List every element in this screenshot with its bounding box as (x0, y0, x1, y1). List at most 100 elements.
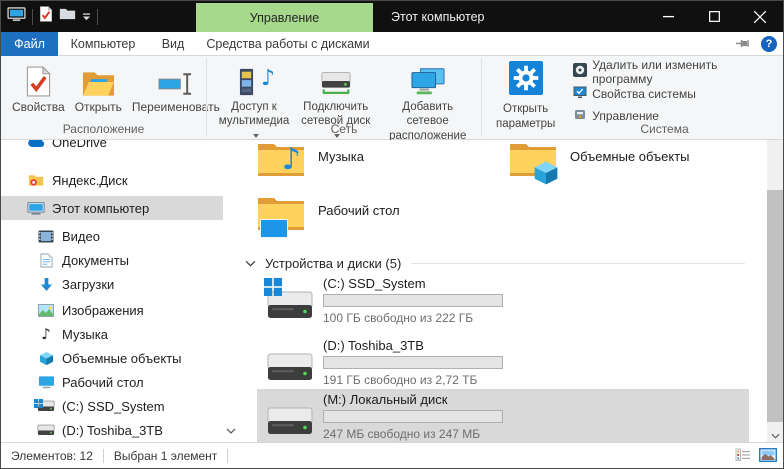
sidebar-item-drive-d[interactable]: (D:) Toshiba_3TB (1, 418, 223, 442)
tab-computer[interactable]: Компьютер (58, 32, 148, 56)
folder-tile-3d-objects[interactable]: Объемные объекты (509, 140, 745, 190)
folder-tile-desktop[interactable]: Рабочий стол (257, 194, 493, 244)
sidebar-item-onedrive[interactable]: OneDrive (1, 140, 223, 154)
sidebar-item-3d-objects[interactable]: Объемные объекты (1, 346, 223, 370)
sidebar-item-drive-c[interactable]: (C:) SSD_System (1, 394, 223, 418)
pin-ribbon-icon[interactable] (736, 35, 751, 53)
sidebar-item-yandex-disk[interactable]: Яндекс.Диск (1, 168, 223, 192)
sidebar-item-pictures[interactable]: Изображения (1, 298, 223, 322)
drive-tile-m[interactable]: (M:) Локальный диск 247 МБ свободно из 2… (257, 389, 749, 443)
navigation-pane: OneDrive Яндекс.Диск Этот компьютер Виде… (1, 140, 223, 444)
items-count: Элементов: 12 (11, 449, 93, 463)
properties-icon (25, 63, 52, 97)
3d-cube-icon (533, 160, 559, 191)
properties-quick-icon[interactable] (39, 6, 53, 27)
music-note-icon: ♪ (261, 65, 275, 93)
desktop-folder-icon (257, 194, 305, 242)
ribbon-group-network: ♪ Доступ кмультимедиа Подключитьсетевой … (207, 56, 481, 139)
system-properties-button[interactable]: Свойства системы (573, 86, 777, 101)
sidebar-item-documents[interactable]: Документы (1, 248, 223, 272)
group-label-network: Сеть (207, 122, 481, 136)
file-list: ♪ Музыка Объемные объекты Рабочий стол (239, 140, 767, 444)
drive-name: (C:) SSD_System (323, 276, 503, 291)
sidebar-item-downloads[interactable]: Загрузки (1, 272, 223, 296)
music-note-icon: ♪ (282, 142, 301, 177)
desktop-monitor-icon (37, 375, 55, 389)
close-button[interactable] (737, 1, 783, 32)
new-folder-icon[interactable] (59, 7, 76, 26)
ribbon-group-system: Открытьпараметры Удалить или изменить пр… (482, 56, 777, 139)
windows-logo-icon (34, 396, 43, 411)
drive-capacity: 247 МБ свободно из 247 МБ (323, 427, 503, 441)
sidebar-scroll-down-icon[interactable] (224, 423, 238, 439)
drive-d-icon (265, 340, 315, 384)
capacity-bar (323, 410, 503, 423)
open-settings-button[interactable]: Открытьпараметры (482, 56, 563, 131)
system-drive-icon (37, 400, 55, 412)
tab-view[interactable]: Вид (148, 32, 198, 56)
drive-tile-c[interactable]: (C:) SSD_System 100 ГБ свободно из 222 Г… (257, 273, 749, 327)
view-toggle-buttons (735, 443, 777, 469)
maximize-button[interactable] (691, 1, 737, 32)
system-properties-icon (573, 85, 587, 102)
section-title: Устройства и диски (5) (265, 256, 401, 271)
ribbon-group-location: Свойства Открыть Переименовать Расположе… (1, 56, 206, 139)
scrollbar-thumb[interactable] (767, 190, 783, 422)
properties-button[interactable]: Свойства (7, 61, 70, 116)
open-folder-icon (82, 63, 115, 97)
drive-c-icon (265, 278, 315, 322)
tab-file[interactable]: Файл (1, 32, 58, 56)
videos-film-icon (37, 230, 55, 243)
toolbar-separator (97, 9, 98, 25)
details-view-icon[interactable] (735, 448, 751, 465)
uninstall-program-label: Удалить или изменить программу (592, 58, 777, 86)
computer-icon[interactable] (7, 7, 26, 27)
this-pc-monitor-icon (27, 201, 45, 216)
pictures-icon (37, 304, 55, 317)
open-label: Открыть (75, 100, 122, 114)
group-label-system: Система (482, 122, 777, 136)
section-devices-and-drives[interactable]: Устройства и диски (5) (245, 254, 745, 272)
documents-icon (37, 253, 55, 268)
customize-toolbar-chevron-icon[interactable] (82, 8, 91, 26)
3d-cube-icon (37, 351, 55, 366)
vertical-scrollbar[interactable] (767, 140, 783, 444)
onedrive-cloud-icon (27, 140, 45, 148)
sidebar-item-videos[interactable]: Видео (1, 224, 223, 248)
desktop-screen-icon (260, 219, 288, 243)
main-area: OneDrive Яндекс.Диск Этот компьютер Виде… (1, 140, 783, 444)
help-icon[interactable]: ? (761, 36, 777, 52)
contextual-tab-manage[interactable]: Управление (196, 3, 373, 32)
media-server-icon: ♪ (239, 63, 269, 97)
minimize-button[interactable] (645, 1, 691, 32)
tab-disk-tools[interactable]: Средства работы с дисками (198, 32, 378, 56)
manage-label: Управление (592, 109, 659, 123)
properties-label: Свойства (12, 100, 65, 114)
sidebar-item-desktop[interactable]: Рабочий стол (1, 370, 223, 394)
yandex-disk-icon (27, 173, 45, 187)
system-properties-label: Свойства системы (592, 87, 696, 101)
window-controls (645, 1, 783, 32)
capacity-bar (323, 294, 503, 307)
thumbnail-view-icon[interactable] (759, 448, 777, 465)
drive-tile-d[interactable]: (D:) Toshiba_3TB 191 ГБ свободно из 2,72… (257, 335, 749, 389)
music-folder-icon: ♪ (257, 140, 305, 188)
manage-button[interactable]: Управление (573, 108, 777, 123)
folder-tile-music[interactable]: ♪ Музыка (257, 140, 493, 190)
quick-access-toolbar (7, 1, 98, 32)
section-divider (411, 263, 745, 264)
windows-logo-icon (264, 278, 282, 301)
capacity-bar (323, 356, 503, 369)
network-drive-icon (320, 63, 352, 97)
group-label-location: Расположение (1, 122, 206, 136)
sidebar-item-this-pc[interactable]: Этот компьютер (1, 196, 223, 220)
sidebar-item-music[interactable]: ♪ Музыка (1, 322, 223, 346)
drive-capacity: 191 ГБ свободно из 2,72 ТБ (323, 373, 503, 387)
open-button[interactable]: Открыть (70, 61, 127, 116)
uninstall-program-button[interactable]: Удалить или изменить программу (573, 64, 777, 79)
scrollbar-down-icon[interactable] (767, 428, 783, 443)
rename-icon (158, 63, 193, 97)
collapse-chevron-icon[interactable] (245, 254, 256, 272)
ribbon-bar-right: ? (736, 32, 777, 56)
title-bar: Управление Этот компьютер (1, 1, 783, 32)
